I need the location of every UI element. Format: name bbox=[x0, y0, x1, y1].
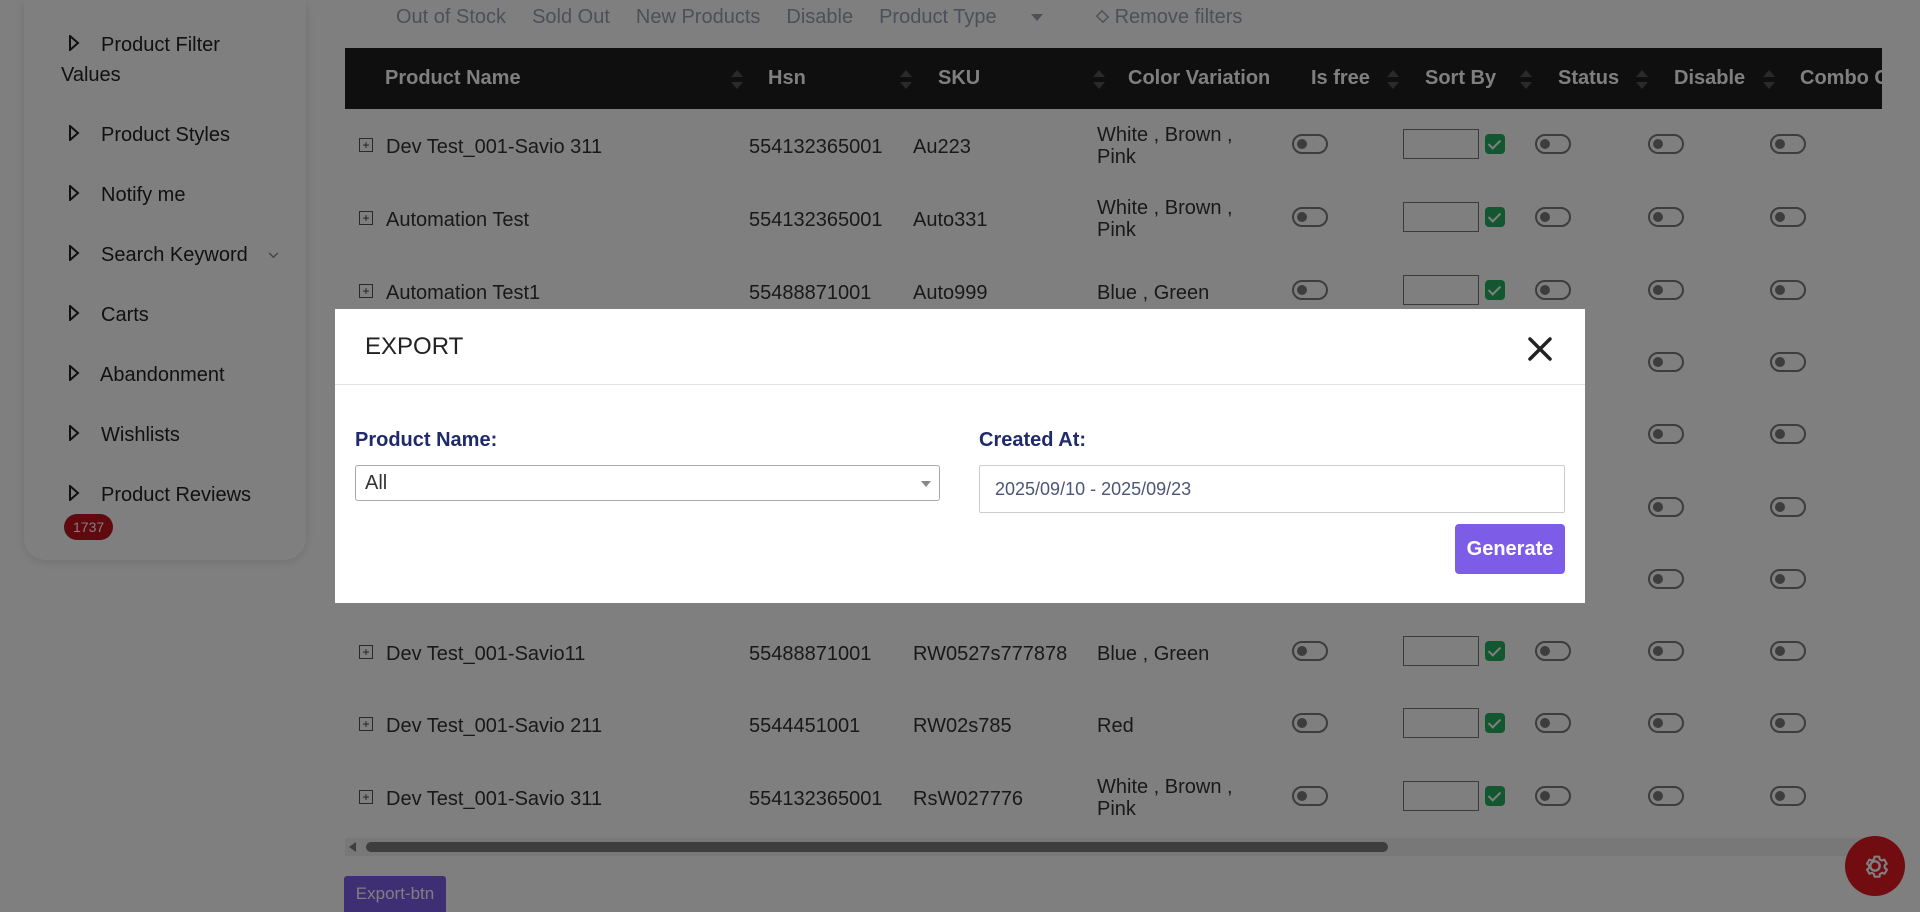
product-name-select[interactable]: All bbox=[355, 465, 940, 501]
close-icon[interactable] bbox=[1522, 331, 1558, 367]
date-range-input[interactable]: 2025/09/10 - 2025/09/23 bbox=[979, 465, 1565, 513]
created-at-label: Created At: bbox=[979, 429, 1087, 451]
date-range-value: 2025/09/10 - 2025/09/23 bbox=[995, 479, 1192, 499]
modal-divider bbox=[335, 384, 1585, 385]
product-name-label: Product Name: bbox=[355, 429, 498, 451]
product-name-selected-value: All bbox=[365, 472, 388, 494]
generate-button[interactable]: Generate bbox=[1455, 524, 1565, 574]
dropdown-arrow-icon bbox=[921, 481, 931, 487]
modal-title: EXPORT bbox=[365, 333, 464, 360]
export-modal: EXPORT Product Name: All Created At: 202… bbox=[335, 309, 1585, 603]
